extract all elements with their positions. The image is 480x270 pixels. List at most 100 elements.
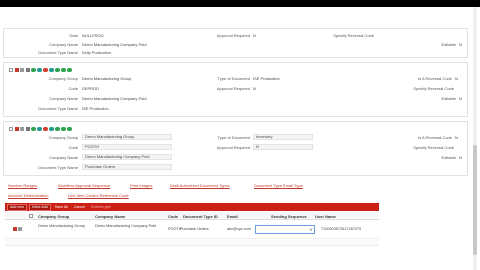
- save-all-button[interactable]: Save All: [53, 205, 70, 210]
- col-doc-type-id[interactable]: Document Type ID: [183, 214, 218, 219]
- cell-company-group: Demo Manufacturing Group: [38, 224, 85, 228]
- editable-label: Editable: [441, 96, 456, 101]
- action-icon-1[interactable]: [31, 67, 36, 73]
- date-label: Date: [69, 33, 78, 38]
- top-black-bar: [0, 0, 480, 7]
- editable-value: N: [459, 42, 462, 47]
- row-delete-icon[interactable]: [18, 227, 22, 231]
- scrollbar-thumb[interactable]: [473, 145, 477, 255]
- doc-type-label: Type of Document: [217, 135, 250, 140]
- company-name-label: Company Name: [49, 96, 78, 101]
- reversal-code-label: Is A Reversal Code: [417, 135, 452, 140]
- action-icon-5[interactable]: [55, 126, 60, 132]
- cell-doc-type-id: Purchase Orders: [180, 227, 209, 231]
- link-account-determination[interactable]: Account Determination: [8, 193, 48, 198]
- action-icon-3[interactable]: [43, 126, 48, 132]
- record-panel-3: Company Group Demo Manufacturing Group T…: [3, 121, 468, 176]
- table-row[interactable]: Demo Manufacturing Group Demo Manufactur…: [5, 221, 379, 239]
- action-icon-6[interactable]: [61, 67, 66, 73]
- col-sending-sequence[interactable]: Sending Sequence: [271, 214, 307, 219]
- editable-label: Editable: [441, 155, 456, 160]
- specify-reversal-label: Specify Reversal Code: [333, 33, 374, 38]
- action-icon-6[interactable]: [61, 126, 66, 132]
- col-email[interactable]: Email: [227, 214, 238, 219]
- reversal-code-label: Is A Reversal Code: [417, 76, 452, 81]
- app-window: Date NULLFROO Approval Required N Specif…: [0, 0, 480, 270]
- col-company-name[interactable]: Company Name: [95, 214, 125, 219]
- link-document-type-email-type[interactable]: Document Type Email Type: [254, 183, 303, 188]
- company-name-value: Demo Manufacturing Company Publ: [82, 96, 147, 101]
- doc-type-name-field[interactable]: Purchase Orders: [82, 164, 172, 170]
- inline-add-button[interactable]: Inline Add: [29, 203, 51, 211]
- cell-email: abc@xyz.com: [227, 227, 251, 231]
- doc-type-field[interactable]: Inventory: [253, 134, 313, 140]
- approval-required-value: N: [253, 86, 256, 91]
- select-checkbox[interactable]: [9, 127, 13, 131]
- action-icon-1[interactable]: [31, 126, 36, 132]
- action-icon-2[interactable]: [37, 126, 42, 132]
- company-name-value: Demo Manufacturing Company Publ: [82, 42, 147, 47]
- record-actions: [9, 67, 72, 73]
- code-value: DEPROD: [82, 86, 100, 91]
- approval-required-label: Approval Required: [216, 33, 250, 38]
- company-group-field[interactable]: Demo Manufacturing Group: [82, 134, 172, 140]
- col-code[interactable]: Code: [168, 214, 178, 219]
- editable-value: N: [459, 96, 462, 101]
- table-row-empty: [5, 240, 379, 246]
- doc-type-name-value: Kelly Production: [82, 50, 111, 55]
- editable-label: Editable: [441, 42, 456, 47]
- grid-toolbar: Add new Inline Add Save All Cancel Refre…: [5, 203, 379, 211]
- link-draft-authorized-document-types[interactable]: Draft Authorized Document Types: [170, 183, 230, 188]
- link-line-item-control-reference-code[interactable]: Line Item Control Reference Code: [68, 193, 129, 198]
- doc-type-name-label: Document Type Name: [38, 106, 78, 111]
- action-icon-7[interactable]: [67, 126, 72, 132]
- delete-icon[interactable]: [20, 68, 24, 72]
- reversal-code-value: N: [455, 135, 458, 140]
- sending-sequence-input[interactable]: 0: [255, 225, 315, 234]
- cell-company-name: Demo Manufacturing Company Publ: [95, 224, 157, 228]
- specify-reversal-label: Specify Reversal Code: [413, 86, 454, 91]
- action-icon-2[interactable]: [37, 67, 42, 73]
- reversal-code-value: N: [455, 76, 458, 81]
- refresh-grid-button[interactable]: Refresh grid: [89, 205, 113, 210]
- doc-type-name-label: Document Type Name: [38, 165, 78, 170]
- copy-icon[interactable]: [25, 127, 30, 131]
- related-links: Number Ranges Workflow Approval Sequence…: [8, 183, 468, 198]
- copy-icon[interactable]: [25, 68, 30, 72]
- company-group-label: Company Group: [48, 135, 78, 140]
- record-actions: [9, 126, 72, 132]
- action-icon-4[interactable]: [49, 67, 54, 73]
- date-value: NULLFROO: [82, 33, 104, 38]
- approval-required-field[interactable]: N: [253, 144, 313, 150]
- record-panel-2: Company Group Demo Manufacturing Group T…: [3, 62, 468, 117]
- approval-required-value: N: [253, 33, 256, 38]
- doc-type-label: Type of Document: [217, 76, 250, 81]
- cancel-button[interactable]: Cancel: [72, 205, 87, 210]
- col-user-name[interactable]: User Name: [315, 214, 336, 219]
- editable-value: N: [459, 155, 462, 160]
- company-group-label: Company Group: [48, 76, 78, 81]
- edit-icon[interactable]: [14, 68, 19, 72]
- code-label: Code: [68, 145, 78, 150]
- col-company-group[interactable]: Company Group: [38, 214, 69, 219]
- select-checkbox[interactable]: [9, 68, 13, 72]
- approval-required-label: Approval Required: [216, 145, 250, 150]
- company-name-field[interactable]: Demo Manufacturing Company Publ: [82, 154, 172, 160]
- specify-reversal-label: Specify Reversal Code: [413, 145, 454, 150]
- select-all-checkbox[interactable]: [29, 214, 33, 218]
- delete-icon[interactable]: [20, 127, 24, 131]
- action-icon-5[interactable]: [55, 67, 60, 73]
- link-workflow-approval-sequence[interactable]: Workflow Approval Sequence: [58, 183, 110, 188]
- link-number-ranges[interactable]: Number Ranges: [8, 183, 37, 188]
- action-icon-4[interactable]: [49, 126, 54, 132]
- action-icon-7[interactable]: [67, 67, 72, 73]
- row-edit-icon[interactable]: [13, 227, 17, 231]
- doc-type-name-value: ISE Production: [82, 106, 109, 111]
- doc-type-value: ISE Production: [253, 76, 280, 81]
- company-name-label: Company Name: [49, 42, 78, 47]
- action-icon-3[interactable]: [43, 67, 48, 73]
- add-new-button[interactable]: Add new: [7, 203, 27, 211]
- edit-icon[interactable]: [14, 127, 19, 131]
- link-print-images[interactable]: Print Images: [130, 183, 152, 188]
- code-field[interactable]: POOTH: [82, 144, 172, 150]
